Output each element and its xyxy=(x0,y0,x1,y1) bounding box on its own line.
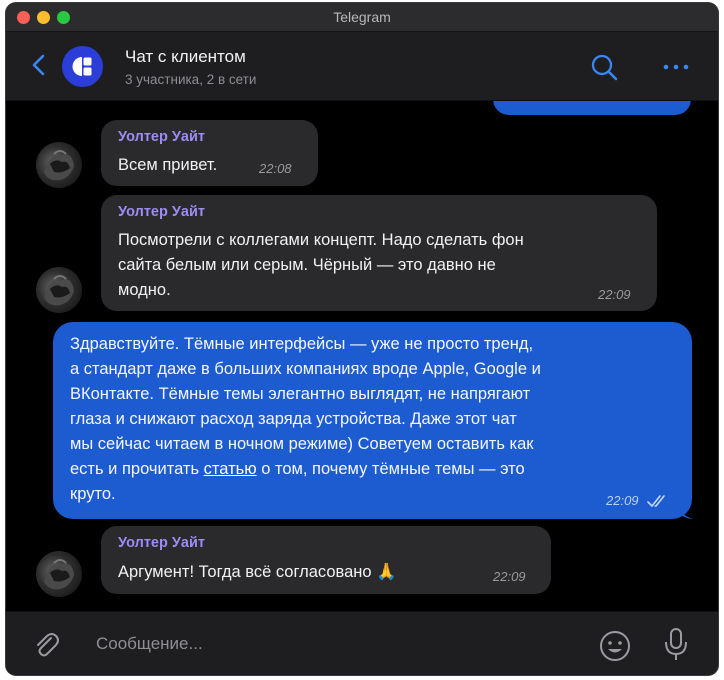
message-text: есть и прочитать xyxy=(70,460,204,478)
article-link[interactable]: статью xyxy=(204,460,257,478)
message-line: Здравствуйте. Тёмные интерфейсы — уже не… xyxy=(70,335,534,353)
message-input[interactable]: Сообщение... xyxy=(96,634,203,654)
incoming-message[interactable]: Уолтер Уайт Посмотрели с коллегами конце… xyxy=(101,195,657,311)
incoming-message[interactable]: Уолтер Уайт Аргумент! Тогда всё согласов… xyxy=(101,526,551,594)
message-composer: Сообщение... xyxy=(6,611,718,675)
message-text: Аргумент! Тогда всё согласовано 🙏 xyxy=(118,560,397,585)
message-line: ВКонтакте. Тёмные темы элегантно выглядя… xyxy=(70,385,531,403)
message-line-with-link: есть и прочитать статью о том, почему тё… xyxy=(70,457,525,482)
sender-avatar[interactable] xyxy=(36,267,82,313)
title-bar: Telegram xyxy=(6,3,718,32)
chat-title[interactable]: Чат с клиентом xyxy=(125,47,246,67)
message-line: а стандарт даже в больших компаниях врод… xyxy=(70,360,541,378)
message-list[interactable]: Уолтер Уайт Всем привет. 22:08 Уолтер Уа… xyxy=(6,101,718,611)
paperclip-icon[interactable] xyxy=(32,630,60,660)
telegram-window: Telegram Чат с клиентом 3 участника, 2 в… xyxy=(6,3,718,675)
read-receipt-icon xyxy=(647,495,665,507)
avatar-photo xyxy=(44,275,74,306)
chat-avatar[interactable] xyxy=(62,46,103,87)
message-line: мы сейчас читаем в ночном режиме) Совету… xyxy=(70,435,534,453)
message-line: круто. xyxy=(70,485,116,503)
bubble-tail xyxy=(680,505,694,519)
incoming-message[interactable]: Уолтер Уайт Всем привет. 22:08 xyxy=(101,120,318,186)
praying-hands-emoji: 🙏 xyxy=(376,563,397,581)
sender-name[interactable]: Уолтер Уайт xyxy=(118,129,205,145)
message-text: Посмотрели с коллегами концепт. Надо сде… xyxy=(118,231,524,299)
message-line: глаза и снижают расход заряда устройства… xyxy=(70,410,517,428)
window-title: Telegram xyxy=(333,9,391,25)
sender-avatar[interactable] xyxy=(36,142,82,188)
message-time: 22:09 xyxy=(493,569,526,584)
microphone-icon[interactable] xyxy=(663,627,689,663)
back-arrow-icon[interactable] xyxy=(28,52,50,78)
message-text: Всем привет. xyxy=(118,156,218,174)
more-options-icon[interactable] xyxy=(661,52,691,82)
message-time: 22:08 xyxy=(259,161,292,176)
previous-outgoing-message[interactable] xyxy=(493,101,691,115)
search-icon[interactable] xyxy=(589,52,619,82)
message-time: 22:09 xyxy=(606,493,639,508)
message-time: 22:09 xyxy=(598,287,631,302)
sender-avatar[interactable] xyxy=(36,551,82,597)
avatar-photo xyxy=(44,559,74,590)
message-text: о том, почему тёмные темы — это xyxy=(256,460,525,478)
sender-name[interactable]: Уолтер Уайт xyxy=(118,535,205,551)
avatar-photo xyxy=(44,150,74,181)
emoji-icon[interactable] xyxy=(598,629,632,663)
chat-members-status: 3 участника, 2 в сети xyxy=(125,72,257,87)
chat-header: Чат с клиентом 3 участника, 2 в сети xyxy=(6,32,718,101)
message-text: Аргумент! Тогда всё согласовано xyxy=(118,563,372,581)
sender-name[interactable]: Уолтер Уайт xyxy=(118,204,205,220)
outgoing-message[interactable]: Здравствуйте. Тёмные интерфейсы — уже не… xyxy=(53,322,694,519)
group-logo-icon xyxy=(72,57,92,76)
